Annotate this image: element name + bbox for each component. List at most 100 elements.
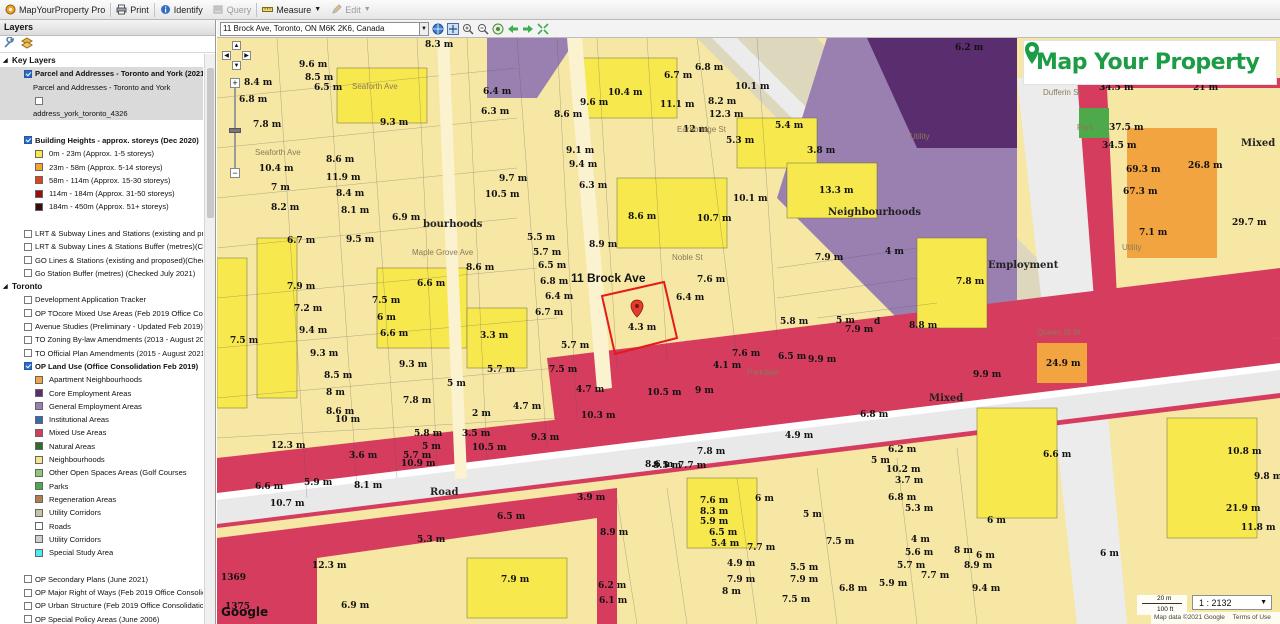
scrollbar-thumb[interactable]: [207, 68, 214, 218]
layer-group-name: Key Layers: [12, 56, 56, 66]
layer-group-header[interactable]: ◢ Toronto: [0, 280, 203, 293]
pan-left-button[interactable]: ◀: [222, 51, 231, 60]
building-height-label: 4 m: [911, 535, 930, 545]
back-arrow-icon[interactable]: [507, 23, 519, 35]
layer-item[interactable]: LRT & Subway Lines & Stations Buffer (me…: [0, 240, 203, 253]
wrench-icon[interactable]: [3, 35, 15, 52]
layer-item[interactable]: Avenue Studies (Preliminary - Updated Fe…: [0, 320, 203, 333]
layer-checkbox[interactable]: [24, 615, 32, 624]
legend-swatch: [35, 202, 43, 211]
layer-group-header[interactable]: ◢ Key Layers: [0, 54, 203, 67]
legend-swatch: [35, 375, 43, 384]
layer-label: OP Major Right of Ways (Feb 2019 Office …: [35, 588, 203, 598]
legend-item: 184m - 450m (Approx. 51+ storeys): [0, 200, 203, 213]
layer-item[interactable]: Parcel and Addresses - Toronto and York: [0, 80, 203, 94]
layer-item[interactable]: Development Application Tracker: [0, 293, 203, 306]
land-use-zone-label: bourhoods: [423, 219, 483, 230]
building-height-label: 6.5 m: [709, 528, 738, 538]
layer-item[interactable]: LRT & Subway Lines and Stations (existin…: [0, 227, 203, 240]
building-height-label: 8.5 m: [324, 371, 353, 381]
layer-label: 184m - 450m (Approx. 51+ storeys): [49, 202, 169, 212]
layer-checkbox[interactable]: [24, 242, 32, 251]
layer-checkbox[interactable]: [24, 322, 32, 331]
layer-item[interactable]: Parcel and Addresses - Toronto and York …: [0, 67, 203, 81]
layer-item[interactable]: address_york_toronto_4326: [0, 107, 203, 121]
expand-icon[interactable]: [537, 22, 549, 35]
layers-scrollbar[interactable]: [204, 54, 215, 624]
legend-swatch: [35, 389, 43, 398]
layer-checkbox[interactable]: [24, 136, 32, 145]
layer-item[interactable]: GO Lines & Stations (existing and propos…: [0, 253, 203, 266]
scale-ratio-select[interactable]: 1 : 2132 ▼: [1192, 595, 1272, 610]
building-height-label: 9.3 m: [399, 360, 428, 370]
layer-checkbox[interactable]: [24, 362, 32, 371]
layer-checkbox[interactable]: [24, 256, 32, 265]
layer-checkbox[interactable]: [24, 335, 32, 344]
app-menu-button[interactable]: MapYourProperty Pro: [0, 0, 110, 20]
building-height-label: 8.4 m: [244, 78, 273, 88]
address-search-input[interactable]: 11 Brock Ave, Toronto, ON M6K 2K6, Canad…: [220, 21, 420, 36]
legend-swatch: [35, 522, 43, 531]
layer-item[interactable]: Go Station Buffer (metres) (Checked July…: [0, 267, 203, 280]
building-height-label: 6.6 m: [417, 279, 446, 289]
address-dropdown-button[interactable]: ▼: [420, 21, 429, 36]
layer-item[interactable]: OP Special Policy Areas (June 2006): [0, 612, 203, 624]
query-button[interactable]: Query: [208, 0, 257, 20]
collapse-icon[interactable]: ◢: [3, 57, 12, 64]
layer-label: TO Zoning By-law Amendments (2013 - Augu…: [35, 335, 203, 345]
zoom-in-button[interactable]: +: [230, 78, 240, 88]
layer-item[interactable]: OP Urban Structure (Feb 2019 Office Cons…: [0, 599, 203, 612]
zoom-in-icon[interactable]: [462, 23, 474, 35]
layer-checkbox[interactable]: [24, 69, 32, 78]
building-height-label: 6.7 m: [287, 236, 316, 246]
layer-checkbox[interactable]: [24, 601, 32, 610]
pan-right-button[interactable]: ▶: [242, 51, 251, 60]
layer-item[interactable]: OP TOcore Mixed Use Areas (Feb 2019 Offi…: [0, 307, 203, 320]
identify-label: Identify: [173, 4, 203, 15]
pan-down-button[interactable]: ▼: [232, 61, 241, 70]
full-extent-icon[interactable]: [492, 23, 504, 35]
building-height-label: 8.2 m: [708, 97, 737, 107]
layer-label: 23m - 58m (Approx. 5-14 storeys): [49, 162, 163, 172]
layer-checkbox[interactable]: [24, 575, 32, 584]
identify-button[interactable]: Identify: [155, 0, 208, 20]
zoom-out-button[interactable]: −: [230, 168, 240, 178]
layer-item[interactable]: OP Land Use (Office Consolidation Feb 20…: [0, 360, 203, 373]
legend-item: Core Employment Areas: [0, 386, 203, 399]
legend-swatch: [35, 176, 43, 185]
pan-up-button[interactable]: ▲: [232, 41, 241, 50]
layer-item[interactable]: OP Secondary Plans (June 2021): [0, 573, 203, 586]
layer-item[interactable]: TO Official Plan Amendments (2015 - Augu…: [0, 347, 203, 360]
layer-checkbox[interactable]: [24, 295, 32, 304]
layer-item[interactable]: [0, 93, 203, 108]
map-view[interactable]: 8.3 m 6.2 m 9.6 m 8.5 m 6.5 m 8.4 m 6.4 m 6.3 m…: [217, 38, 1280, 624]
legend-swatch: [35, 468, 43, 477]
land-use-zone-label: Employment: [988, 260, 1059, 271]
layer-checkbox[interactable]: [24, 309, 32, 318]
layer-item[interactable]: Building Heights - approx. storeys (Dec …: [0, 134, 203, 147]
building-height-label: 10.4 m: [608, 88, 643, 98]
building-height-label: 10.7 m: [697, 214, 732, 224]
layer-checkbox[interactable]: [24, 229, 32, 238]
terms-of-use-link[interactable]: Terms of Use: [1233, 614, 1271, 621]
building-height-label: 7.5 m: [826, 537, 855, 547]
print-button[interactable]: Print: [111, 0, 154, 20]
measure-button[interactable]: Measure ▼: [257, 0, 326, 20]
edit-button[interactable]: Edit ▼: [326, 0, 375, 20]
layer-checkbox[interactable]: [24, 588, 32, 597]
layers-stack-icon[interactable]: [21, 36, 33, 52]
collapse-icon[interactable]: ◢: [3, 283, 12, 290]
layer-checkbox[interactable]: [24, 349, 32, 358]
pan-icon[interactable]: [447, 22, 459, 35]
street-label: Earnbridge St: [677, 125, 726, 134]
building-height-label: 9.5 m: [346, 235, 375, 245]
zoom-slider-thumb[interactable]: [229, 128, 241, 133]
layer-item[interactable]: TO Zoning By-law Amendments (2013 - Augu…: [0, 333, 203, 346]
globe-icon[interactable]: [432, 23, 444, 35]
layer-checkbox[interactable]: [35, 96, 43, 105]
forward-arrow-icon[interactable]: [522, 23, 534, 35]
layer-item[interactable]: OP Major Right of Ways (Feb 2019 Office …: [0, 586, 203, 599]
zoom-out-icon[interactable]: [477, 23, 489, 35]
building-height-label: d: [874, 317, 881, 327]
layer-checkbox[interactable]: [24, 269, 32, 278]
